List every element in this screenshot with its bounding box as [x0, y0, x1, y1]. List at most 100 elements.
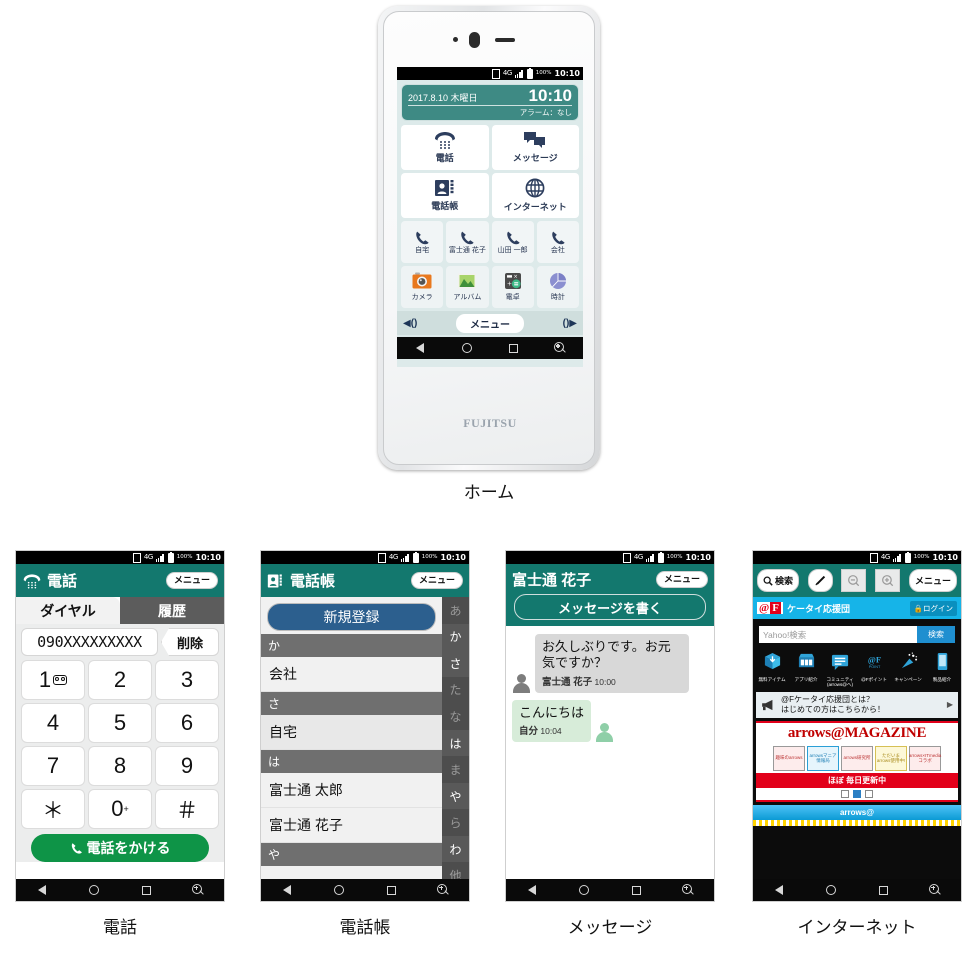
- key-0[interactable]: 0 +: [88, 789, 152, 829]
- new-entry-button[interactable]: 新規登録: [267, 603, 436, 631]
- menu-button[interactable]: メニュー: [908, 569, 957, 592]
- index-sa[interactable]: さ: [442, 650, 469, 677]
- key-8[interactable]: 8: [88, 746, 152, 786]
- index-a[interactable]: あ: [442, 597, 469, 624]
- index-ka[interactable]: か: [442, 623, 469, 651]
- volume-left-icon[interactable]: ◀(): [403, 318, 417, 329]
- pen-button[interactable]: [807, 569, 833, 592]
- site-icon-1[interactable]: アプリ紹介: [791, 652, 821, 688]
- index-wa[interactable]: わ: [442, 835, 469, 863]
- nav-zoom-icon[interactable]: [432, 882, 454, 898]
- nav-back-icon[interactable]: [521, 882, 543, 898]
- nav-back-icon[interactable]: [409, 340, 431, 356]
- quick-contact-1[interactable]: 富士通 花子: [446, 221, 489, 264]
- nav-recents-icon[interactable]: [872, 882, 894, 898]
- key-5[interactable]: 5: [88, 703, 152, 743]
- quick-contact-0[interactable]: 自宅: [401, 221, 444, 264]
- list-item[interactable]: 富士通 花子: [261, 808, 442, 843]
- site-icon-5[interactable]: 製品紹介: [927, 652, 957, 688]
- index-ya[interactable]: や: [442, 782, 469, 810]
- app-camera[interactable]: カメラ: [401, 266, 444, 309]
- key-3[interactable]: 3: [155, 660, 219, 700]
- site-search-input[interactable]: Yahoo!検索: [759, 626, 917, 643]
- site-icon-0[interactable]: 無料アイテム: [757, 652, 787, 688]
- nav-zoom-icon[interactable]: [549, 340, 571, 356]
- app-calculator[interactable]: × + 電卓: [491, 266, 534, 309]
- app-clock[interactable]: 時計: [536, 266, 579, 309]
- clock-widget[interactable]: 2017.8.10 木曜日 10:10 アラーム：なし: [401, 84, 579, 122]
- magazine-thumb[interactable]: arrows×ITmediaコラボ: [909, 746, 941, 772]
- nav-recents-icon[interactable]: [625, 882, 647, 898]
- nav-back-icon[interactable]: [768, 882, 790, 898]
- menu-button[interactable]: メニュー: [165, 572, 218, 589]
- login-button[interactable]: 🔒ログイン: [909, 600, 957, 616]
- index-ma[interactable]: ま: [442, 756, 469, 783]
- zoom-out-button[interactable]: [841, 569, 867, 592]
- list-item[interactable]: 自宅: [261, 715, 442, 750]
- nav-zoom-icon[interactable]: [677, 882, 699, 898]
- delete-button[interactable]: 削除: [161, 628, 219, 656]
- quick-contact-2[interactable]: 山田 一郎: [491, 221, 534, 264]
- tab-history[interactable]: 履歴: [120, 597, 224, 624]
- arrows-banner[interactable]: arrows@: [753, 805, 961, 821]
- zoom-in-button[interactable]: [875, 569, 901, 592]
- key-2[interactable]: 2: [88, 660, 152, 700]
- key-6[interactable]: 6: [155, 703, 219, 743]
- message-bubble[interactable]: こんにちは 自分 10:04: [512, 699, 592, 742]
- nav-home-icon[interactable]: [456, 340, 478, 356]
- web-content[interactable]: @ F ケータイ応援団 🔒ログイン Yahoo!検索 検索 無料アイテム アプリ…: [753, 597, 961, 883]
- site-icon-4[interactable]: キャンペーン: [893, 652, 923, 688]
- list-item[interactable]: 会社: [261, 657, 442, 692]
- key-4[interactable]: 4: [21, 703, 85, 743]
- site-icon-3[interactable]: @F POINT @Fポイント: [859, 652, 889, 688]
- nav-recents-icon[interactable]: [502, 340, 524, 356]
- site-notice[interactable]: @Fケータイ応援団とは？ はじめての方はこちらから！ ▶: [756, 691, 958, 719]
- app-album[interactable]: アルバム: [446, 266, 489, 309]
- magazine-thumb[interactable]: arrowsマニア情報局: [807, 746, 839, 772]
- nav-zoom-icon[interactable]: [187, 882, 209, 898]
- list-item[interactable]: 富士通 太郎: [261, 773, 442, 808]
- tile-internet[interactable]: インターネット: [491, 173, 579, 219]
- tile-phone[interactable]: 電話: [401, 125, 489, 171]
- carousel-dot-active[interactable]: [853, 790, 861, 799]
- index-ha[interactable]: は: [442, 729, 469, 757]
- site-search-button[interactable]: 検索: [917, 626, 955, 643]
- call-button[interactable]: 電話をかける: [31, 834, 209, 862]
- magazine-thumb[interactable]: 趣味のarrows: [773, 746, 805, 772]
- key-hash[interactable]: ＃: [155, 789, 219, 829]
- carousel-dot[interactable]: [865, 790, 873, 799]
- key-star[interactable]: ＊: [21, 789, 85, 829]
- phonebook-body: 新規登録 か 会社 さ 自宅 は 富士通 太郎 富士通 花子 や あ か さ た…: [261, 597, 469, 890]
- search-button[interactable]: 検索: [757, 569, 800, 592]
- home-menu-button[interactable]: メニュー: [456, 313, 524, 333]
- index-ta[interactable]: た: [442, 676, 469, 704]
- nav-home-icon[interactable]: [820, 882, 842, 898]
- nav-back-icon[interactable]: [276, 882, 298, 898]
- carousel-dot[interactable]: [841, 790, 849, 799]
- key-1[interactable]: 1: [21, 660, 85, 700]
- tab-dial[interactable]: ダイヤル: [16, 597, 120, 624]
- nav-recents-icon[interactable]: [380, 882, 402, 898]
- nav-home-icon[interactable]: [573, 882, 595, 898]
- compose-button[interactable]: メッセージを書く: [514, 594, 706, 620]
- quick-contact-3[interactable]: 会社: [536, 221, 579, 264]
- tile-message[interactable]: メッセージ: [491, 125, 579, 171]
- nav-zoom-icon[interactable]: [924, 882, 946, 898]
- key-7[interactable]: 7: [21, 746, 85, 786]
- index-na[interactable]: な: [442, 703, 469, 730]
- message-bubble[interactable]: お久しぶりです。お元気ですか？ 富士通 花子 10:00: [535, 634, 689, 693]
- magazine-thumb[interactable]: ただいまarrows使用中!: [875, 746, 907, 772]
- tile-contacts[interactable]: 電話帳: [401, 173, 489, 219]
- key-9[interactable]: 9: [155, 746, 219, 786]
- menu-button[interactable]: メニュー: [410, 572, 463, 589]
- magazine-thumb[interactable]: arrows研究所: [841, 746, 873, 772]
- index-ra[interactable]: ら: [442, 809, 469, 836]
- site-icon-2[interactable]: コミュニティ (arrows@へ): [825, 652, 855, 688]
- nav-recents-icon[interactable]: [135, 882, 157, 898]
- nav-back-icon[interactable]: [31, 882, 53, 898]
- phone-number-input[interactable]: 090XXXXXXXXX: [21, 628, 158, 656]
- volume-right-icon[interactable]: ()▶: [563, 318, 577, 329]
- nav-home-icon[interactable]: [328, 882, 350, 898]
- nav-home-icon[interactable]: [83, 882, 105, 898]
- menu-button[interactable]: メニュー: [655, 570, 708, 588]
